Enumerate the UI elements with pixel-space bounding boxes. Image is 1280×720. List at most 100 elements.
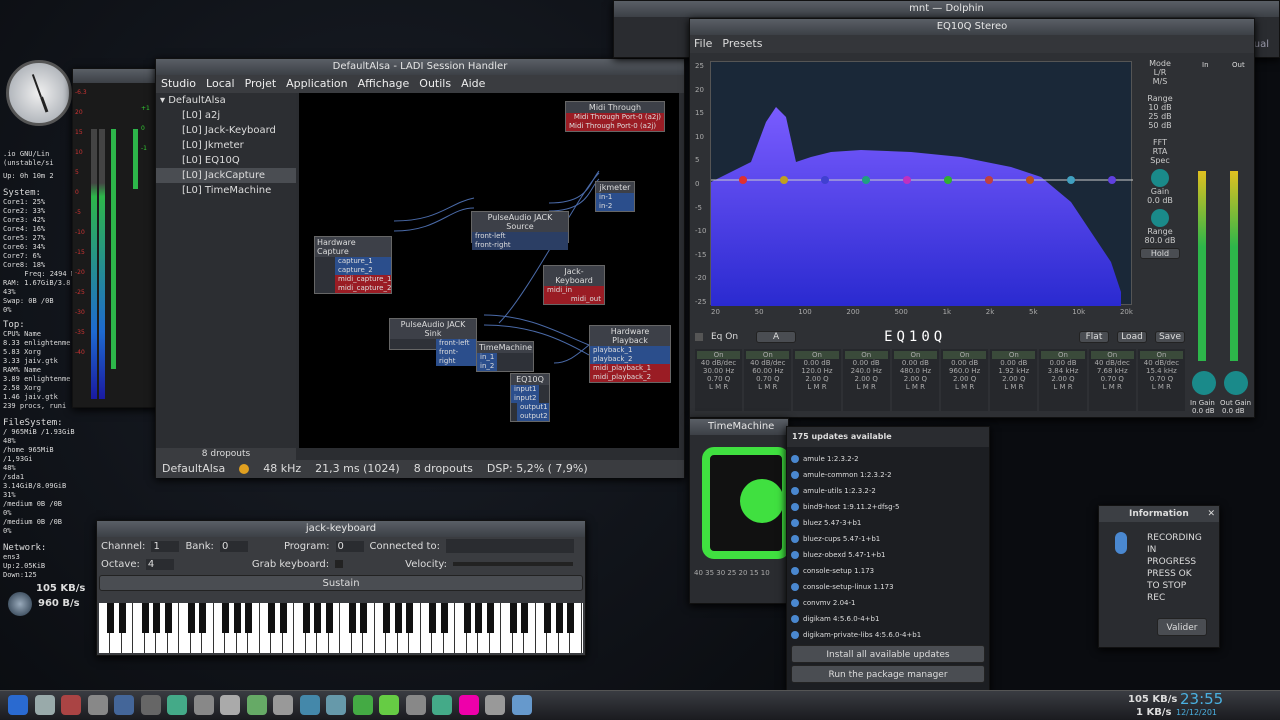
menu-item[interactable]: Studio [161,77,196,90]
black-key[interactable] [406,603,413,633]
taskbar-app-icon[interactable] [140,695,161,715]
bank-spin[interactable]: 0 [219,540,248,552]
taskbar-app-icon[interactable] [273,695,293,715]
taskbar-app-icon[interactable] [246,695,267,715]
port[interactable]: input1 [511,385,539,394]
black-key[interactable] [394,603,402,633]
taskbar-app-icon[interactable] [34,695,55,715]
black-key[interactable] [360,603,367,633]
port[interactable]: output2 [517,412,549,421]
tree-item[interactable]: [L0] TimeMachine [156,183,296,198]
menu-item[interactable]: Projet [245,77,277,90]
port[interactable]: in-1 [596,193,634,202]
port[interactable]: front-right [436,348,476,366]
taskbar-app-icon[interactable] [511,695,532,715]
timemachine-titlebar[interactable]: TimeMachine [690,419,788,435]
port[interactable]: in_2 [477,362,497,371]
menu-item[interactable]: File [694,37,712,50]
menu-item[interactable]: Outils [419,77,451,90]
tree-item[interactable]: [L0] Jack-Keyboard [156,123,296,138]
black-key[interactable] [268,603,275,633]
node-jkmeter[interactable]: jkmeter in-1 in-2 [595,181,635,212]
black-key[interactable] [544,603,551,633]
taskbar-app-icon[interactable] [326,695,346,715]
updates-popup[interactable]: 175 updates available amule 1:2.3.2-2 amu… [786,426,990,692]
band-lmr[interactable]: L M R [695,383,742,391]
black-key[interactable] [348,603,356,633]
band-lmr[interactable]: L M R [892,383,939,391]
black-key[interactable] [199,603,206,633]
menu-item[interactable]: Affichage [358,77,410,90]
port[interactable]: midi_out [544,295,604,304]
black-key[interactable] [302,603,310,633]
update-item[interactable]: console-setup 1.173 [791,563,985,579]
band-lmr[interactable]: L M R [843,383,890,391]
black-key[interactable] [429,603,436,633]
update-item[interactable]: convmv 2.04-1 [791,595,985,611]
black-key[interactable] [440,603,448,633]
port[interactable]: input2 [511,394,539,403]
band-handle[interactable] [1108,176,1116,184]
band-on-toggle[interactable]: On [1041,351,1085,359]
band-lmr[interactable]: L M R [793,383,840,391]
range-50[interactable]: 50 dB [1140,121,1180,130]
port[interactable]: front-left [472,232,568,241]
band-on-toggle[interactable]: On [1090,351,1134,359]
eq10q-window[interactable]: EQ10Q Stereo File Presets 25 20 15 10 5 0 -5 -10… [689,18,1255,418]
port[interactable]: in_1 [477,353,497,362]
black-key[interactable] [509,603,517,633]
black-key[interactable] [383,603,390,633]
ladish-titlebar[interactable]: DefaultAlsa - LADI Session Handler [156,59,684,75]
node-hw-playback[interactable]: Hardware Playback playback_1 playback_2 … [589,325,671,383]
band-on-toggle[interactable]: On [1139,351,1184,359]
jkmeter-window[interactable]: -6.3 20 15 10 5 0 -5 -10 -15 -20 -25 -30 -35 -40 +1 0-… [72,68,160,408]
black-key[interactable] [567,603,574,633]
black-key[interactable] [475,603,482,633]
band-on-toggle[interactable]: On [943,351,987,359]
port[interactable]: capture_1 [335,257,391,266]
band-lmr[interactable]: L M R [1039,383,1086,391]
port[interactable]: midi_playback_1 [590,364,670,373]
port[interactable]: midi_capture_2 [335,284,391,293]
port[interactable]: in-2 [596,202,634,211]
black-key[interactable] [233,603,241,633]
taskbar-app-icon[interactable] [379,695,399,715]
black-key[interactable] [521,603,528,633]
port[interactable]: playback_2 [590,355,670,364]
band-lmr[interactable]: L M R [744,383,791,391]
program-spin[interactable]: 0 [335,540,364,552]
port[interactable]: output1 [517,403,549,412]
black-key[interactable] [222,603,229,633]
port[interactable]: midi_playback_2 [590,373,670,382]
band-on-toggle[interactable]: On [746,351,790,359]
band-handle[interactable] [1067,176,1075,184]
port[interactable]: Midi Through Port-0 (a2j) [566,113,664,122]
black-key[interactable] [107,603,114,633]
band-on-toggle[interactable]: On [697,351,741,359]
band-handle[interactable] [821,176,829,184]
band-lmr[interactable]: L M R [1138,383,1185,391]
in-gain-knob[interactable] [1192,371,1216,395]
band-lmr[interactable]: L M R [941,383,988,391]
node-timemachine[interactable]: TimeMachine in_1 in_2 [476,341,534,372]
taskbar-app-icon[interactable] [220,695,240,715]
node-eq10q[interactable]: EQ10Q input1 input2 output1 output2 [510,373,550,422]
black-key[interactable] [187,603,195,633]
band-handle[interactable] [985,176,993,184]
black-key[interactable] [325,603,333,633]
mode-lr[interactable]: L/R [1140,68,1180,77]
flat-button[interactable]: Flat [1079,331,1109,343]
node-pa-sink[interactable]: PulseAudio JACK Sink front-left front-ri… [389,318,477,366]
band-handle[interactable] [862,176,870,184]
band-lmr[interactable]: L M R [1089,383,1136,391]
black-key[interactable] [314,603,321,633]
menu-item[interactable]: Presets [722,37,762,50]
band-on-toggle[interactable]: On [795,351,839,359]
out-gain-knob[interactable] [1224,371,1248,395]
menu-item[interactable]: Application [286,77,347,90]
black-key[interactable] [164,603,172,633]
eq10q-titlebar[interactable]: EQ10Q Stereo [690,19,1254,35]
band-on-toggle[interactable]: On [992,351,1036,359]
update-item[interactable]: console-setup-linux 1.173 [791,579,985,595]
black-key[interactable] [153,603,160,633]
